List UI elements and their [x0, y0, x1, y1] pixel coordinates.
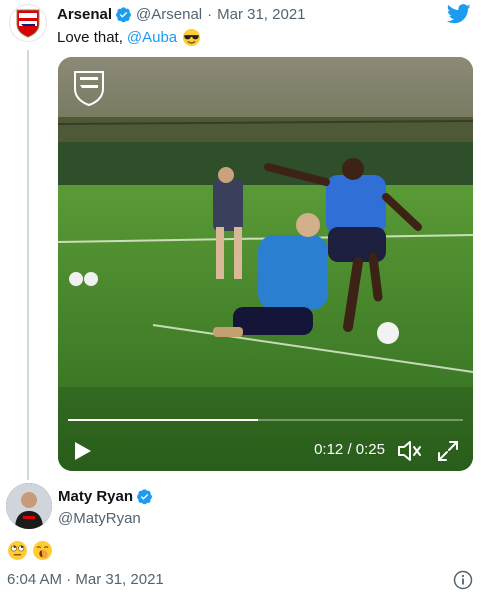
reply-author: Maty Ryan: [58, 488, 157, 505]
maty-ryan-avatar[interactable]: [6, 483, 52, 529]
twitter-bird-icon[interactable]: [447, 4, 471, 24]
sunglasses-emoji: [183, 28, 201, 47]
header-separator: ·: [207, 6, 213, 23]
thread-connector-line: [27, 50, 29, 480]
reply-author-name[interactable]: Maty Ryan: [58, 488, 133, 505]
rolling-eyes-emoji: [8, 541, 27, 560]
video-progress-fill: [68, 419, 258, 421]
verified-badge-icon: [137, 489, 152, 505]
video-player[interactable]: 0:12 / 0:25: [58, 57, 473, 471]
video-progress-bar[interactable]: [68, 419, 463, 421]
duration: 0:25: [355, 441, 385, 458]
verified-badge-icon: [116, 7, 131, 23]
reply-timestamp[interactable]: 6:04 AM · Mar 31, 2021: [7, 571, 164, 588]
video-time-display: 0:12 / 0:25: [314, 441, 385, 458]
mention-link[interactable]: @Auba: [127, 29, 177, 46]
tweet-text-body: Love that,: [57, 29, 123, 46]
current-time: 0:12: [314, 441, 344, 458]
video-frame: [58, 57, 473, 471]
yawning-face-emoji: [33, 541, 52, 560]
time-separator: /: [347, 441, 352, 458]
reply-text: [7, 540, 53, 561]
tweet-date[interactable]: Mar 31, 2021: [217, 6, 305, 23]
arsenal-crest-icon: [16, 9, 40, 38]
arsenal-avatar[interactable]: [9, 4, 47, 42]
reply-author-handle[interactable]: @MatyRyan: [58, 510, 141, 527]
info-icon[interactable]: [453, 570, 473, 590]
author-name[interactable]: Arsenal: [57, 6, 112, 23]
arsenal-watermark-icon: [74, 71, 104, 107]
tweet-text: Love that, @Auba: [57, 28, 201, 47]
fullscreen-icon[interactable]: [437, 440, 459, 462]
author-handle[interactable]: @Arsenal: [136, 6, 202, 23]
person-avatar-icon: [6, 483, 52, 529]
volume-icon[interactable]: [397, 439, 423, 463]
tweet-header: Arsenal @Arsenal · Mar 31, 2021: [57, 6, 306, 23]
play-icon[interactable]: [74, 441, 92, 461]
